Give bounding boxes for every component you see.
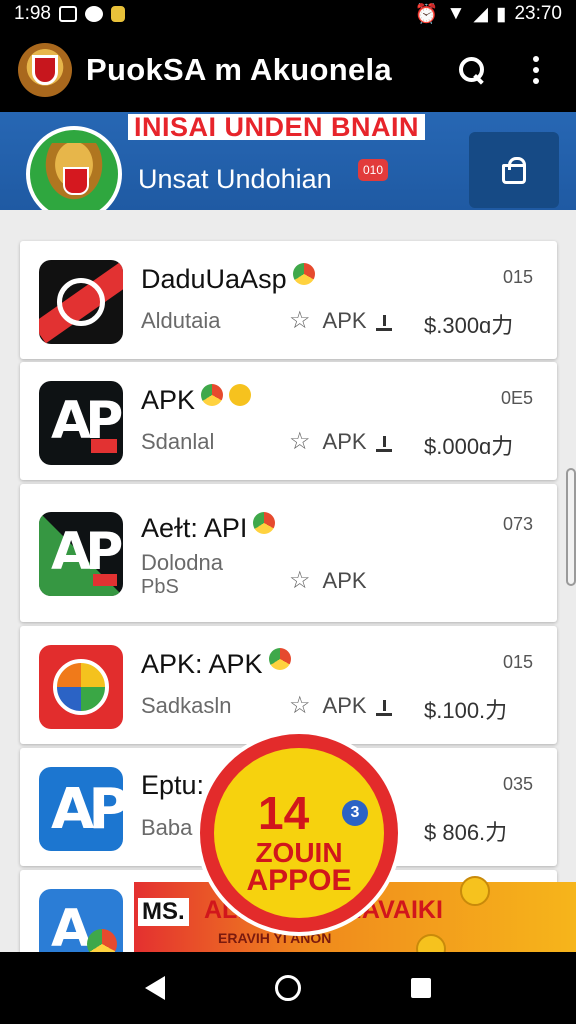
app-icon: AP xyxy=(39,512,123,596)
notification-icon xyxy=(110,6,125,22)
promo-line-2: APPOE xyxy=(246,864,352,897)
list-item[interactable]: APK: APK Sadkasln ☆ APK $.100.力 015 xyxy=(20,626,557,744)
promo-number: 14 xyxy=(258,787,310,839)
download-icon[interactable] xyxy=(376,436,392,452)
promo-sticker-inner: 14 3 ZOUIN APPOE xyxy=(214,748,384,918)
strip-prefix: MS. xyxy=(138,898,189,926)
app-icon: A xyxy=(39,889,123,952)
app-code: 035 xyxy=(502,774,533,794)
star-icon: ☆ xyxy=(289,567,311,594)
app-title: PuokSA m Akuonela xyxy=(86,52,392,87)
app-title: APK xyxy=(141,384,252,416)
coin-icon xyxy=(229,384,252,406)
search-button[interactable] xyxy=(450,48,494,92)
app-subtitle: Sadkasln xyxy=(141,693,232,718)
app-subtitle-2: PbS xyxy=(141,576,179,598)
app-type: ☆ APK xyxy=(289,567,367,594)
garuda-emblem xyxy=(26,126,122,210)
app-subtitle: Dolodna xyxy=(141,550,223,575)
app-price: $.100.力 xyxy=(424,698,508,723)
app-code: 073 xyxy=(502,514,533,534)
app-icon xyxy=(39,645,123,729)
app-subtitle: Aldutaia xyxy=(141,308,221,333)
app-icon: AP xyxy=(39,767,123,851)
app-title: Eptu: xyxy=(141,770,205,800)
banner-badge: 010 xyxy=(358,159,388,181)
app-subtitle: Baba xyxy=(141,815,193,840)
promo-sticker[interactable]: 14 3 ZOUIN APPOE xyxy=(196,730,402,936)
signal-icon: ◢ xyxy=(473,3,488,25)
system-nav-bar xyxy=(0,952,576,1024)
wifi-icon: ▼ xyxy=(446,3,466,24)
app-icon: AP xyxy=(39,381,123,465)
status-bar: 1:98 ⏰ ▼ ◢ ▮ 23:70 xyxy=(0,0,576,28)
smiley-icon xyxy=(460,876,490,906)
app-icon xyxy=(39,260,123,344)
download-icon[interactable] xyxy=(376,315,392,331)
app-price: $.300ɑ力 xyxy=(424,313,514,338)
list-item[interactable]: AP Aeɫt: API Dolodna PbS ☆ APK 073 xyxy=(20,484,557,622)
status-time-right: 23:70 xyxy=(514,3,562,24)
app-type: ☆ APK xyxy=(289,692,367,719)
shopping-bag-icon xyxy=(502,157,526,184)
banner-subtitle: Unsat Undohian xyxy=(138,164,332,194)
status-left: 1:98 xyxy=(14,3,125,25)
app-title: DaduUaAsp xyxy=(141,263,315,295)
app-bar: PuokSA m Akuonela xyxy=(0,28,576,112)
store-button[interactable] xyxy=(469,132,559,208)
app-type: ☆ APK xyxy=(289,307,367,334)
download-icon[interactable] xyxy=(376,700,392,716)
home-icon[interactable] xyxy=(275,975,301,1001)
app-type: ☆ APK xyxy=(289,428,367,455)
rating-badge-icon xyxy=(292,263,315,285)
banner-headline: INISAI UNDEN BNAIN xyxy=(128,114,426,141)
status-time-left: 1:98 xyxy=(14,3,51,24)
overflow-menu-button[interactable] xyxy=(514,48,558,92)
list-item[interactable]: AP APK Sdanlal ☆ APK $.000ɑ力 0E5 xyxy=(20,362,557,480)
star-icon: ☆ xyxy=(289,307,311,334)
back-icon[interactable] xyxy=(145,976,165,1000)
promo-banner[interactable]: INISAI UNDEN BNAIN Unsat Undohian 010 xyxy=(0,112,576,210)
status-right: ⏰ ▼ ◢ ▮ 23:70 xyxy=(415,2,562,26)
rating-badge-icon xyxy=(201,384,224,406)
search-icon xyxy=(459,57,485,83)
more-vert-icon xyxy=(533,56,539,84)
star-icon: ☆ xyxy=(289,428,311,455)
list-item[interactable]: DaduUaAsp Aldutaia ☆ APK $.300ɑ力 015 xyxy=(20,241,557,359)
recents-icon[interactable] xyxy=(411,978,431,998)
rating-badge-icon xyxy=(253,512,276,534)
app-notification-icon xyxy=(84,6,103,22)
app-price: $.000ɑ力 xyxy=(424,434,514,459)
app-code: 015 xyxy=(502,267,533,287)
alarm-icon: ⏰ xyxy=(414,4,439,25)
rating-badge-icon xyxy=(268,648,291,670)
app-code: 015 xyxy=(502,652,533,672)
scrollbar-thumb[interactable] xyxy=(566,468,576,586)
app-subtitle: Sdanlal xyxy=(141,429,215,454)
app-logo xyxy=(18,43,72,97)
app-title: Aeɫt: API xyxy=(141,512,276,544)
app-title: APK: APK xyxy=(141,648,291,680)
gallery-icon xyxy=(58,6,77,22)
app-code: 0E5 xyxy=(500,388,533,408)
app-price: $ 806.力 xyxy=(424,820,508,845)
promo-question-badge: 3 xyxy=(342,800,368,826)
battery-icon: ▮ xyxy=(495,3,507,25)
star-icon: ☆ xyxy=(289,692,311,719)
